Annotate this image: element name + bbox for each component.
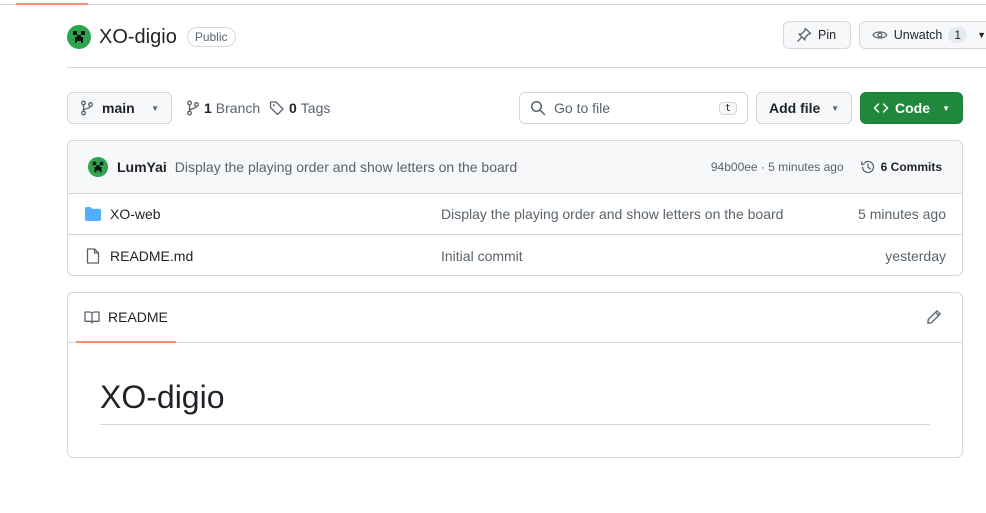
- tag-icon: [269, 101, 284, 116]
- commit-author[interactable]: LumYai: [117, 159, 167, 175]
- author-avatar[interactable]: [88, 157, 108, 177]
- file-icon: [84, 247, 102, 264]
- search-icon: [530, 100, 546, 116]
- file-name[interactable]: README.md: [110, 248, 442, 264]
- file-commit-time: yesterday: [885, 247, 946, 264]
- latest-commit-bar: LumYai Display the playing order and sho…: [68, 141, 962, 194]
- branch-word: Branch: [215, 100, 261, 116]
- add-file-button[interactable]: Add file ▼: [756, 92, 852, 124]
- search-placeholder: Go to file: [554, 100, 611, 116]
- branch-count: 1: [204, 100, 212, 116]
- chevron-down-icon: ▼: [831, 103, 839, 113]
- eye-icon: [872, 31, 888, 39]
- chevron-down-icon: ▼: [942, 103, 950, 113]
- tags-link[interactable]: 0 Tags: [269, 100, 330, 116]
- pin-icon: [797, 27, 812, 42]
- code-icon: [873, 103, 889, 113]
- chevron-down-icon: ▼: [151, 103, 159, 113]
- commits-label: 6 Commits: [880, 160, 942, 174]
- unwatch-button[interactable]: Unwatch 1 ▼: [859, 21, 986, 49]
- go-to-file-input[interactable]: Go to file t: [519, 92, 748, 124]
- file-row[interactable]: README.md Initial commit yesterday: [68, 235, 962, 275]
- unwatch-label: Unwatch: [893, 28, 943, 42]
- folder-icon: [84, 207, 102, 221]
- file-browser: LumYai Display the playing order and sho…: [67, 140, 963, 276]
- file-name[interactable]: XO-web: [110, 206, 442, 222]
- branch-selector[interactable]: main ▼: [67, 92, 172, 124]
- book-icon: [84, 311, 100, 324]
- shortcut-key: t: [718, 101, 737, 115]
- file-commit-message[interactable]: Display the playing order and show lette…: [441, 206, 783, 222]
- active-tab-underline: [16, 3, 88, 5]
- history-icon: [860, 160, 874, 174]
- readme-heading: XO-digio: [100, 379, 225, 415]
- file-row[interactable]: XO-web Display the playing order and sho…: [68, 194, 962, 235]
- file-commit-message[interactable]: Initial commit: [441, 248, 523, 264]
- tag-word: Tags: [300, 100, 331, 116]
- pin-button[interactable]: Pin: [783, 21, 851, 49]
- top-nav-border: [0, 4, 986, 5]
- tag-count: 0: [289, 100, 297, 116]
- repo-owner-avatar[interactable]: [67, 25, 91, 49]
- add-file-label: Add file: [769, 100, 821, 116]
- chevron-down-icon[interactable]: ▼: [977, 30, 986, 40]
- commit-sha-time[interactable]: 94b00ee · 5 minutes ago: [711, 160, 844, 174]
- branch-name: main: [102, 100, 135, 116]
- commit-message[interactable]: Display the playing order and show lette…: [175, 159, 517, 175]
- tab-readme[interactable]: README: [76, 293, 176, 343]
- readme-tabbar: README: [68, 293, 962, 343]
- code-label: Code: [895, 100, 930, 116]
- readme-tab-label: README: [108, 309, 168, 325]
- pencil-icon[interactable]: [926, 309, 942, 330]
- repo-header: XO-digio Public: [67, 22, 236, 52]
- branch-icon: [187, 100, 199, 116]
- visibility-badge: Public: [186, 27, 236, 47]
- branch-icon: [81, 100, 93, 116]
- heading-divider: [100, 424, 930, 425]
- pin-label: Pin: [818, 28, 837, 42]
- header-divider: [67, 67, 986, 68]
- file-commit-time: 5 minutes ago: [858, 206, 946, 222]
- branches-link[interactable]: 1 Branch: [186, 100, 260, 116]
- readme-panel: README XO-digio: [67, 292, 963, 458]
- commits-link[interactable]: 6 Commits: [860, 159, 942, 175]
- watch-count: 1: [948, 27, 968, 43]
- repo-name[interactable]: XO-digio: [99, 26, 177, 49]
- code-button[interactable]: Code ▼: [860, 92, 963, 124]
